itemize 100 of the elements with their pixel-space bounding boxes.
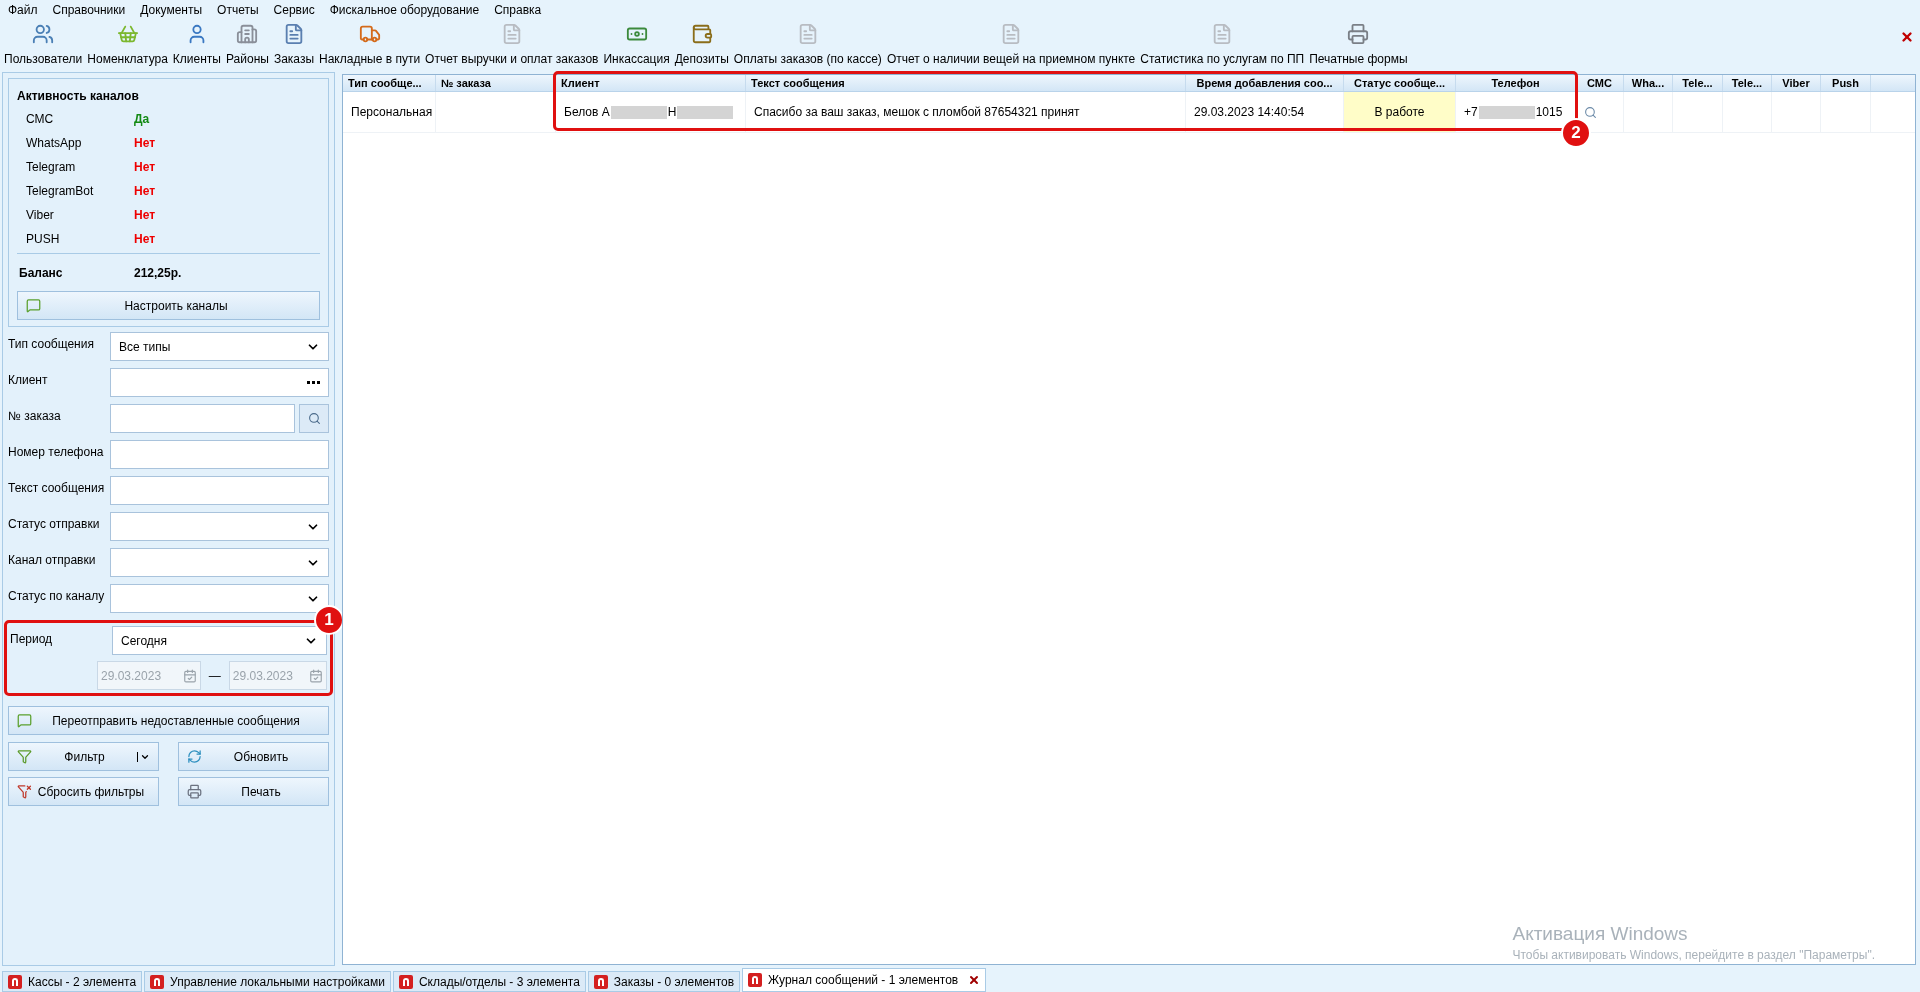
channel-status: Нет (134, 207, 156, 224)
channel-name: Viber (26, 207, 55, 224)
action-button[interactable]: Переотправить недоставленные сообщения (8, 706, 329, 735)
chat-bubble-icon (26, 298, 41, 313)
printer-icon (187, 784, 202, 799)
panel-title: Активность каналов (17, 88, 140, 105)
caret-icon[interactable] (137, 751, 150, 762)
calendar-icon[interactable] (309, 668, 323, 683)
toolbar-button[interactable]: Статистика по услугам по ПП (1140, 23, 1305, 68)
toolbar-button[interactable]: Накладные в пути (319, 23, 421, 68)
channel-status: Нет (134, 183, 156, 200)
toolbar-button[interactable]: Оплаты заказов (по кассе) (733, 23, 882, 68)
toolbar-button[interactable]: Отчет о наличии вещей на приемном пункте (886, 23, 1136, 68)
field-label: Номер телефона (8, 444, 105, 460)
date-separator: — (208, 667, 221, 685)
toolbar-button[interactable]: Районы (226, 23, 269, 68)
close-icon[interactable] (968, 974, 981, 986)
building-icon (236, 23, 259, 45)
toolbar-button[interactable]: Номенклатура (87, 23, 168, 68)
client-field[interactable] (110, 368, 329, 397)
toolbar-button[interactable]: Депозиты (674, 23, 729, 68)
column-header[interactable]: Клиент (556, 75, 746, 91)
column-header[interactable]: Viber (1772, 75, 1821, 91)
app-icon (8, 974, 22, 989)
filter-icon (17, 749, 32, 764)
action-button[interactable]: Сбросить фильтры (8, 777, 159, 806)
action-button[interactable]: Фильтр (8, 742, 159, 771)
toolbar-button[interactable]: Заказы (273, 23, 314, 68)
table-cell: В работе (1344, 92, 1456, 132)
toolbar-button[interactable]: Отчет выручки и оплат заказов (425, 23, 599, 68)
column-header[interactable]: СМС (1576, 75, 1624, 91)
app-icon (593, 974, 608, 989)
field-label: Статус отправки (8, 516, 101, 532)
action-button[interactable]: Обновить (178, 742, 329, 771)
field-label: Текст сообщения (8, 480, 106, 496)
activation-title: Активация Windows (1512, 921, 1689, 946)
menu-item[interactable]: Справочники (52, 1, 126, 19)
table-cell: Персональная (343, 92, 436, 132)
activation-text: Чтобы активировать Windows, перейдите в раздел "Параметры". (1512, 948, 1875, 962)
menu-item[interactable]: Справка (494, 1, 542, 19)
action-button[interactable]: Настроить каналы (17, 291, 320, 320)
document-tab[interactable]: Склады/отделы - 3 элемента (392, 971, 586, 992)
column-header[interactable]: Телефон (1456, 75, 1576, 91)
clear-filter-icon (17, 784, 32, 799)
document-tab[interactable]: Управление локальными настройками (144, 971, 391, 992)
toolbar-button[interactable]: Инкассация (603, 23, 670, 68)
dropdown-field[interactable] (110, 548, 329, 577)
table-cell: Белов А Н (556, 92, 746, 132)
column-header[interactable]: Время добавления соо... (1186, 75, 1344, 91)
channel-status: Нет (134, 159, 156, 176)
calendar-icon[interactable] (182, 668, 197, 683)
chat-bubble-icon (17, 713, 32, 728)
dropdown-field[interactable]: Сегодня (112, 626, 327, 655)
close-icon[interactable] (1900, 30, 1914, 44)
ellipsis-icon (307, 381, 320, 384)
column-header[interactable]: № заказа (436, 75, 556, 91)
menu-item[interactable]: Файл (8, 1, 38, 19)
table-cell: Спасибо за ваш заказ, мешок с пломбой 87654321 принят (746, 92, 1186, 132)
action-button[interactable]: Печать (178, 777, 329, 806)
field-label: Период (10, 631, 54, 648)
text-field[interactable] (110, 440, 329, 469)
refresh-icon (187, 749, 202, 764)
document-tab[interactable]: Кассы - 2 элемента (2, 971, 143, 992)
field-label: № заказа (8, 408, 62, 424)
column-header[interactable]: Текст сообщения (746, 75, 1186, 91)
search-button[interactable] (299, 404, 329, 433)
menu-item[interactable]: Отчеты (217, 1, 259, 19)
channel-status: Нет (134, 135, 156, 152)
app-icon (398, 974, 413, 989)
dropdown-field[interactable] (110, 512, 329, 541)
channel-name: Telegram (26, 159, 77, 176)
menu-item[interactable]: Сервис (273, 1, 315, 19)
dropdown-field[interactable]: Все типы (110, 332, 329, 361)
document-tab[interactable]: Журнал сообщений - 1 элементов (742, 968, 987, 992)
toolbar-button[interactable]: Клиенты (172, 23, 221, 68)
column-header[interactable]: Push (1821, 75, 1871, 91)
menu-item[interactable]: Фискальное оборудование (329, 1, 480, 19)
truck-icon (358, 23, 381, 45)
column-header[interactable]: Tele... (1723, 75, 1772, 91)
printer-icon (1347, 23, 1370, 45)
channel-name: PUSH (26, 231, 61, 248)
column-header[interactable]: Статус сообще... (1344, 75, 1456, 91)
column-header[interactable]: Тип сообще... (343, 75, 436, 91)
search-icon (1584, 105, 1597, 119)
toolbar-button[interactable]: Печатные формы (1309, 23, 1408, 68)
channel-name: TelegramBot (26, 183, 95, 200)
toolbar-button[interactable]: Пользователи (4, 23, 83, 68)
order-number-field[interactable] (110, 404, 295, 433)
menu-item[interactable]: Документы (140, 1, 203, 19)
dropdown-field[interactable] (110, 584, 329, 613)
blurred-text (1478, 105, 1535, 119)
text-field[interactable] (110, 476, 329, 505)
column-header[interactable]: Tele... (1673, 75, 1723, 91)
column-header[interactable]: Wha... (1624, 75, 1673, 91)
field-label: Тип сообщения (8, 336, 95, 352)
document-tab[interactable]: Заказы - 0 элементов (587, 971, 741, 992)
search-icon (307, 412, 321, 425)
channel-status: Да (134, 111, 150, 128)
basket-icon (116, 23, 139, 45)
app-icon (150, 974, 165, 989)
